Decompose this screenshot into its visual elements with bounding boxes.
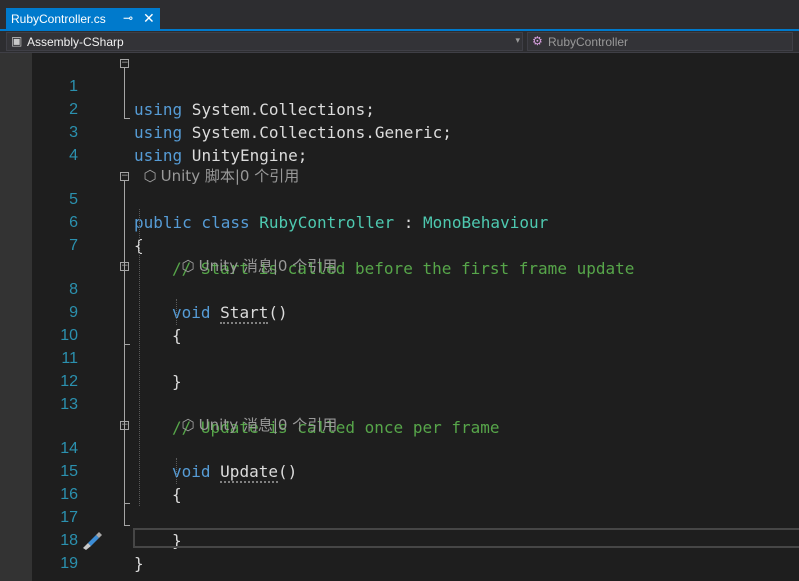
project-dropdown-label: Assembly-CSharp — [27, 35, 124, 49]
code-line-15[interactable]: 15 { — [0, 437, 799, 504]
outline-line — [124, 344, 130, 345]
code-lens-update[interactable]: ⬡ Unity 消息|0 个引用 — [172, 392, 338, 434]
code-line-3[interactable]: 3 using UnityEngine; — [0, 98, 799, 165]
code-line-17[interactable]: 17 } — [0, 483, 799, 550]
code-line-13[interactable]: 13 // Update is called once per frame — [0, 370, 799, 437]
collapse-start-toggle[interactable]: − — [120, 262, 129, 271]
brace: } — [134, 554, 144, 573]
code-lens-class[interactable]: ⬡ Unity 脚本|0 个引用 — [134, 143, 300, 185]
class-icon: ⚙ — [532, 34, 543, 48]
code-line-11[interactable]: 11 } — [0, 324, 799, 391]
document-tab[interactable]: RubyController.cs ⊸ ✕ — [6, 8, 160, 31]
outline-line — [124, 68, 125, 118]
quick-actions-brush-icon[interactable] — [80, 529, 104, 551]
close-icon[interactable]: ✕ — [143, 10, 155, 27]
code-line-12[interactable]: 12 — [0, 347, 799, 390]
code-line-16[interactable]: 16 — [0, 460, 799, 503]
indent-guide — [176, 299, 177, 325]
code-line-6[interactable]: 6 { — [0, 188, 799, 255]
code-line-4[interactable]: 4 — [0, 121, 799, 164]
indent-guide — [139, 209, 140, 506]
current-line-highlight — [133, 528, 799, 548]
tab-title: RubyController.cs — [11, 12, 106, 26]
code-lens-start[interactable]: ⬡ Unity 消息|0 个引用 — [172, 233, 338, 275]
code-line-18[interactable]: 18 } — [0, 506, 799, 573]
outline-line — [124, 271, 125, 344]
code-line-7[interactable]: 7 // Start is called before the first fr… — [0, 211, 799, 278]
pin-icon[interactable]: ⊸ — [123, 11, 133, 25]
line-number: 19 — [60, 555, 78, 572]
line-number: 4 — [69, 147, 78, 164]
project-dropdown[interactable]: ▣ Assembly-CSharp ▾ — [6, 32, 523, 51]
collapse-update-toggle[interactable]: − — [120, 421, 129, 430]
csharp-project-icon: ▣ — [11, 34, 23, 48]
outline-line — [124, 118, 130, 119]
indent-guide — [176, 458, 177, 484]
collapse-class-toggle[interactable]: − — [120, 172, 129, 181]
outline-line — [124, 430, 125, 503]
outline-line — [124, 525, 130, 526]
code-line-10[interactable]: 10 — [0, 301, 799, 344]
type-dropdown-label: RubyController — [548, 35, 629, 49]
code-line-2[interactable]: 2 using System.Collections.Generic; — [0, 75, 799, 142]
collapse-usings-toggle[interactable]: − — [120, 59, 129, 68]
navigation-bar: ▣ Assembly-CSharp ▾ ⚙ RubyController — [0, 31, 799, 53]
outline-line — [124, 503, 130, 504]
line-number: 13 — [60, 396, 78, 413]
document-tab-strip: RubyController.cs ⊸ ✕ — [0, 0, 799, 31]
code-line-9[interactable]: 9 { — [0, 278, 799, 345]
type-dropdown[interactable]: ⚙ RubyController — [527, 32, 793, 51]
chevron-down-icon: ▾ — [515, 35, 520, 45]
line-number: 7 — [69, 237, 78, 254]
